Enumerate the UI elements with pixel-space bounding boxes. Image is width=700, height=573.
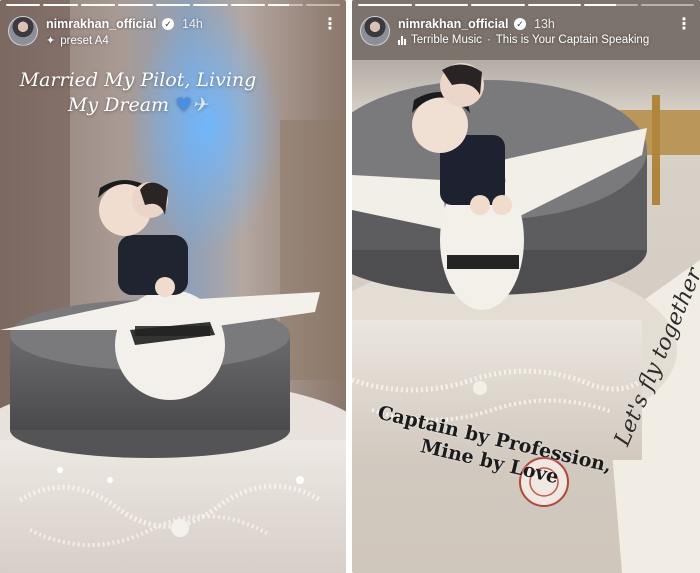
- verified-badge-icon: ✓: [514, 18, 526, 30]
- music-icon: [398, 35, 406, 45]
- progress-segment: [118, 4, 153, 6]
- progress-segment: [527, 4, 581, 6]
- progress-segment: [230, 4, 266, 6]
- airplane-icon: ✈: [192, 94, 209, 116]
- more-options-icon[interactable]: ⋮: [676, 16, 692, 34]
- story-right[interactable]: nimrakhan_official ✓ 13h ⋮ Terrible Musi…: [352, 0, 700, 573]
- avatar[interactable]: [360, 16, 390, 46]
- progress-segment: [80, 4, 116, 6]
- story-progress-bar: [6, 4, 340, 7]
- preset-label: preset A4: [60, 34, 109, 47]
- progress-segment: [193, 4, 228, 6]
- story-photo-cake-closeup: [352, 0, 700, 573]
- music-artist: Terrible Music: [411, 34, 482, 46]
- progress-segment: [6, 4, 41, 6]
- progress-segment: [43, 4, 78, 6]
- progress-segment-active: [584, 4, 638, 6]
- progress-segment: [358, 4, 412, 6]
- progress-segment-active: [268, 4, 303, 6]
- avatar[interactable]: [8, 16, 38, 46]
- progress-segment: [155, 4, 191, 6]
- music-title: This is Your Captain Speaking: [495, 34, 650, 46]
- story-subline[interactable]: ✦ preset A4: [46, 34, 109, 48]
- progress-segment: [414, 4, 468, 6]
- progress-segment: [640, 4, 694, 6]
- story-header: nimrakhan_official ✓ 13h ⋮ Terrible Musi…: [360, 14, 692, 50]
- username[interactable]: nimrakhan_official: [46, 17, 156, 31]
- progress-segment: [305, 4, 340, 6]
- post-time: 13h: [534, 17, 555, 31]
- username[interactable]: nimrakhan_official: [398, 17, 508, 31]
- music-attribution[interactable]: Terrible Music · This is Your Captain Sp…: [398, 34, 649, 46]
- sparkle-icon: ✦: [46, 35, 56, 47]
- story-progress-bar: [358, 4, 694, 7]
- more-options-icon[interactable]: ⋮: [322, 16, 338, 34]
- progress-segment: [471, 4, 525, 6]
- story-header: nimrakhan_official ✓ 14h ⋮ ✦ preset A4: [8, 14, 338, 50]
- verified-badge-icon: ✓: [162, 18, 174, 30]
- music-separator: ·: [486, 34, 491, 46]
- caption-text: Married My Pilot, Living My Dream: [19, 69, 257, 116]
- story-caption: Married My Pilot, Living My Dream ♥✈: [18, 68, 258, 118]
- blue-heart-icon: ♥: [175, 94, 193, 116]
- story-left[interactable]: nimrakhan_official ✓ 14h ⋮ ✦ preset A4 M…: [0, 0, 346, 573]
- post-time: 14h: [182, 17, 203, 31]
